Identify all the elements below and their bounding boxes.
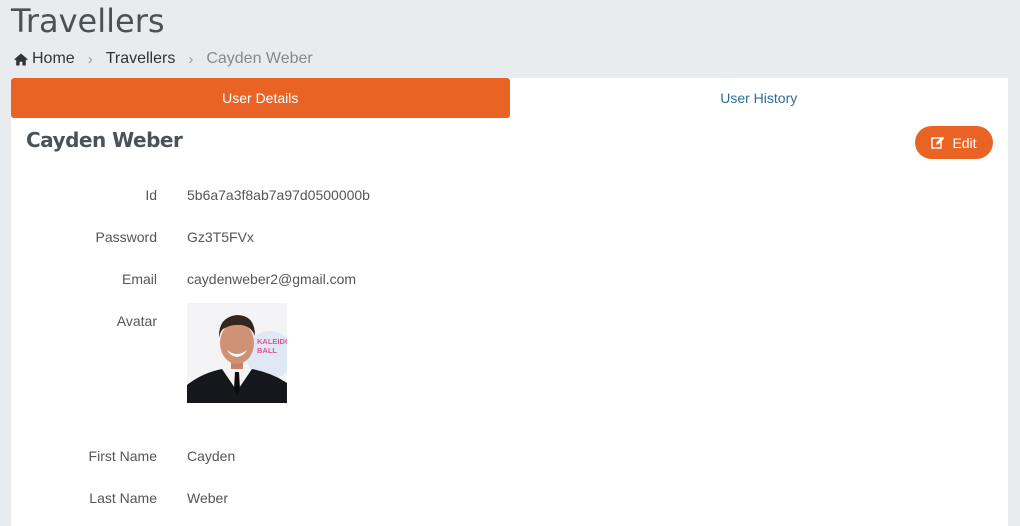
user-name-heading: Cayden Weber bbox=[26, 128, 183, 152]
chevron-right-icon: › bbox=[188, 50, 194, 68]
breadcrumb-home-label: Home bbox=[32, 50, 75, 67]
field-label: First Name bbox=[88, 448, 157, 464]
field-value: Gz3T5FVx bbox=[187, 229, 254, 245]
home-icon bbox=[14, 53, 28, 65]
avatar-backdrop-logo: BALL bbox=[257, 346, 277, 355]
breadcrumb-home[interactable]: Home bbox=[14, 50, 75, 68]
field-label: Avatar bbox=[116, 313, 157, 329]
tab-bar: User Details User History bbox=[11, 78, 1008, 118]
breadcrumb-current: Cayden Weber bbox=[206, 50, 313, 67]
chevron-right-icon: › bbox=[87, 50, 93, 68]
field-label: Password bbox=[95, 229, 157, 245]
avatar: KALEIDO BALL bbox=[187, 303, 287, 403]
field-value: Cayden bbox=[187, 448, 236, 464]
page-title: Travellers bbox=[11, 2, 165, 40]
field-label: Last Name bbox=[89, 490, 157, 506]
breadcrumb: Home › Travellers › Cayden Weber bbox=[14, 48, 313, 70]
field-value: caydenweber2@gmail.com bbox=[187, 271, 357, 287]
edit-icon bbox=[931, 136, 945, 149]
tab-user-history[interactable]: User History bbox=[510, 78, 1009, 118]
user-card: User Details User History Cayden Weber E… bbox=[11, 78, 1008, 526]
field-label: Id bbox=[145, 187, 157, 203]
breadcrumb-travellers[interactable]: Travellers bbox=[106, 50, 176, 68]
field-label: Email bbox=[121, 271, 157, 287]
field-value: Weber bbox=[187, 490, 228, 506]
field-value: 5b6a7a3f8ab7a97d0500000b bbox=[187, 187, 370, 203]
edit-button-label: Edit bbox=[952, 134, 977, 151]
edit-button[interactable]: Edit bbox=[915, 126, 993, 159]
avatar-backdrop-logo: KALEIDO bbox=[257, 337, 287, 346]
tab-user-details[interactable]: User Details bbox=[11, 78, 510, 118]
